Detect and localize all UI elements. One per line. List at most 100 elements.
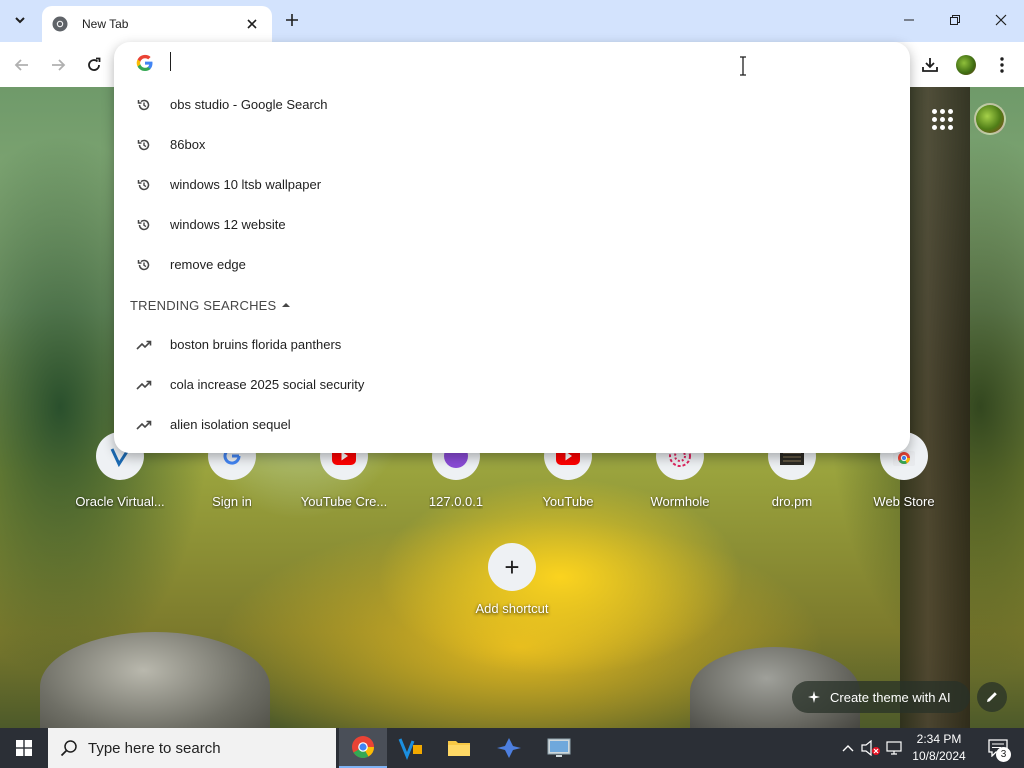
download-icon (922, 58, 938, 72)
chrome-favicon-icon (52, 16, 68, 32)
suggestion-text: remove edge (170, 257, 246, 272)
taskbar-search-box[interactable] (48, 728, 336, 768)
close-window-button[interactable] (978, 0, 1024, 40)
trending-suggestion[interactable]: boston bruins florida panthers (114, 325, 910, 365)
text-cursor (170, 52, 171, 71)
history-suggestion[interactable]: 86box (114, 125, 910, 165)
trending-icon (136, 417, 152, 433)
add-shortcut-label: Add shortcut (475, 601, 549, 616)
history-icon (136, 97, 152, 113)
trending-icon (136, 337, 152, 353)
forward-button[interactable] (44, 51, 72, 79)
trending-suggestion[interactable]: cola increase 2025 social security (114, 365, 910, 405)
arrow-right-icon (52, 59, 66, 71)
suggestion-text: alien isolation sequel (170, 417, 291, 432)
suggestion-text: cola increase 2025 social security (170, 377, 365, 392)
shortcut-label: 127.0.0.1 (428, 494, 484, 509)
background-rock (40, 632, 270, 728)
history-icon (136, 217, 152, 233)
history-icon (136, 137, 152, 153)
google-g-icon (136, 54, 153, 71)
suggestion-text: windows 12 website (170, 217, 286, 232)
volume-muted-icon (861, 740, 880, 756)
history-suggestion[interactable]: windows 10 ltsb wallpaper (114, 165, 910, 205)
history-icon (136, 177, 152, 193)
restore-icon (950, 15, 960, 25)
shortcut-label: Wormhole (650, 494, 710, 509)
network-icon (886, 741, 902, 755)
plus-icon (286, 14, 298, 26)
suggestion-text: boston bruins florida panthers (170, 337, 342, 352)
suggestion-text: obs studio - Google Search (170, 97, 328, 112)
ntp-account-avatar[interactable] (974, 103, 1006, 135)
omnibox-input[interactable] (172, 52, 772, 72)
taskbar-app-wizard[interactable] (485, 728, 533, 768)
chevron-down-icon (15, 17, 25, 24)
minimize-button[interactable] (886, 0, 932, 40)
shortcut-label: Oracle Virtual... (75, 494, 165, 509)
google-apps-button[interactable] (928, 105, 956, 133)
omnibox-dropdown: obs studio - Google Search 86box windows… (114, 42, 910, 453)
clock-time: 2:34 PM (916, 732, 962, 746)
chevron-up-icon (842, 745, 854, 752)
minimize-icon (904, 19, 914, 21)
close-icon (995, 14, 1007, 26)
shortcut-label: dro.pm (771, 494, 813, 509)
trending-icon (136, 377, 152, 393)
tab-title: New Tab (82, 17, 129, 31)
restore-button[interactable] (932, 0, 978, 40)
back-button[interactable] (8, 51, 36, 79)
virtualbox-icon (398, 738, 422, 760)
trending-suggestion[interactable]: alien isolation sequel (114, 405, 910, 445)
reload-icon (88, 57, 101, 71)
taskbar: 2:34 PM 10/8/2024 3 (0, 728, 1024, 768)
tray-volume-button[interactable] (861, 738, 881, 758)
start-button[interactable] (0, 728, 48, 768)
reload-button[interactable] (80, 51, 108, 79)
plus-icon: + (488, 543, 536, 591)
taskbar-app-remote-desktop[interactable] (535, 728, 583, 768)
omnibox-input-row[interactable] (114, 42, 910, 84)
tab-search-button[interactable] (6, 7, 34, 33)
create-theme-label: Create theme with AI (830, 689, 951, 705)
downloads-button[interactable] (915, 50, 945, 80)
taskbar-clock[interactable]: 2:34 PM 10/8/2024 (906, 731, 972, 765)
menu-button[interactable] (987, 50, 1017, 80)
create-theme-button[interactable]: Create theme with AI (792, 681, 970, 713)
arrow-left-icon (14, 59, 28, 71)
avatar (956, 55, 976, 75)
ibeam-cursor-icon (740, 56, 746, 76)
tray-network-button[interactable] (885, 738, 905, 758)
customize-chrome-button[interactable] (977, 682, 1007, 712)
history-suggestion[interactable]: windows 12 website (114, 205, 910, 245)
folder-icon (448, 741, 470, 756)
shortcut-label: Web Store (873, 494, 935, 509)
trending-searches-header[interactable]: TRENDING SEARCHES (130, 295, 291, 315)
taskbar-app-virtualbox[interactable] (387, 728, 435, 768)
clock-date: 10/8/2024 (912, 749, 966, 763)
history-suggestion[interactable]: obs studio - Google Search (114, 85, 910, 125)
shortcut-label: Sign in (212, 494, 252, 509)
add-shortcut-button[interactable]: + Add shortcut (456, 543, 568, 616)
taskbar-app-file-explorer[interactable] (435, 728, 483, 768)
search-icon (60, 740, 77, 757)
taskbar-search-input[interactable] (88, 739, 318, 757)
sparkle-icon (808, 691, 820, 703)
trending-header-label: TRENDING SEARCHES (130, 297, 277, 313)
remote-desktop-icon (547, 738, 571, 757)
tab-new-tab[interactable]: New Tab (42, 6, 272, 42)
chrome-icon (352, 736, 374, 758)
profile-button[interactable] (951, 50, 981, 80)
more-vert-icon (1000, 57, 1004, 73)
action-center-button[interactable]: 3 (978, 728, 1018, 768)
shortcut-label: YouTube (542, 494, 594, 509)
new-tab-button[interactable] (280, 8, 304, 32)
taskbar-app-chrome[interactable] (339, 728, 387, 768)
wizard-app-icon (497, 738, 521, 758)
shortcut-label: YouTube Cre... (300, 494, 388, 509)
tab-close-button[interactable] (242, 14, 262, 34)
chevron-up-icon (282, 303, 291, 307)
history-suggestion[interactable]: remove edge (114, 245, 910, 285)
tab-strip: New Tab (0, 0, 1024, 42)
tray-overflow-button[interactable] (838, 738, 858, 758)
